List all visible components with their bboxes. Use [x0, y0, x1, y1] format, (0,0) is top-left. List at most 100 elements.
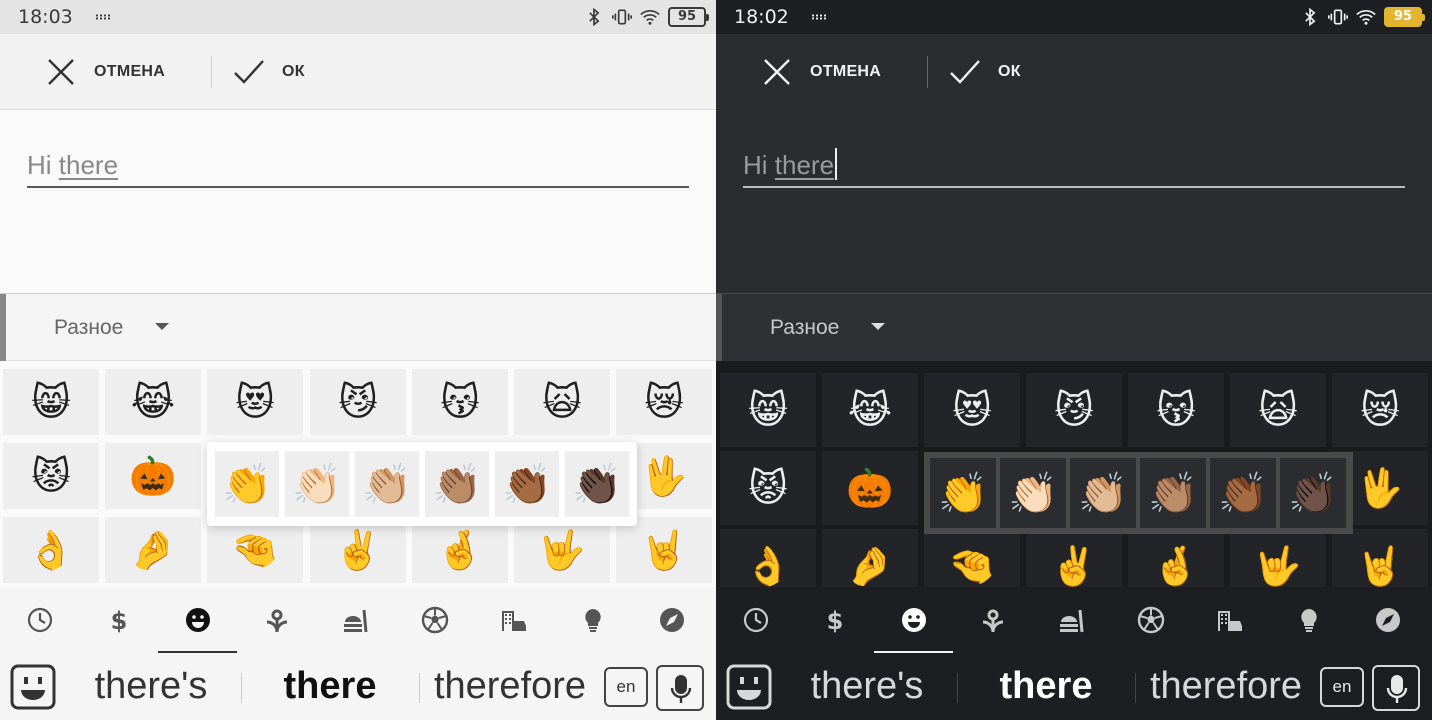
tab-activity[interactable] — [1111, 587, 1190, 653]
wifi-icon — [640, 10, 660, 25]
tab-objects[interactable] — [1269, 587, 1348, 653]
ok-button[interactable]: ОК — [232, 34, 305, 110]
suggestion-1[interactable]: there's — [778, 653, 956, 720]
emoji-key[interactable]: 🤘 — [616, 517, 712, 583]
tab-recent[interactable] — [716, 587, 795, 653]
food-icon — [1059, 609, 1083, 633]
skin-tone-option[interactable]: 👏 — [930, 458, 996, 528]
category-accent — [716, 294, 722, 362]
emoji-key[interactable]: ✌️ — [1026, 529, 1122, 587]
category-tabs: $ — [0, 587, 716, 653]
skin-tone-option[interactable]: 👏🏻 — [285, 451, 349, 517]
suggestion-1[interactable]: there's — [62, 653, 240, 720]
tab-travel[interactable] — [1348, 587, 1427, 653]
emoji-key[interactable]: 🤌 — [105, 517, 201, 583]
tab-symbols[interactable]: $ — [79, 587, 158, 653]
skin-tone-option[interactable]: 👏🏾 — [495, 451, 559, 517]
places-icon — [1217, 611, 1242, 631]
text-area: Hi there — [716, 110, 1432, 293]
category-dropdown[interactable]: Разное — [54, 294, 170, 362]
tab-objects[interactable] — [553, 587, 632, 653]
category-header: Разное — [716, 293, 1432, 362]
suggestion-2[interactable]: there — [958, 653, 1134, 720]
text-input[interactable]: Hi there — [27, 146, 689, 188]
emoji-key[interactable]: 😸 — [3, 369, 99, 435]
tab-places[interactable] — [474, 587, 553, 653]
emoji-key[interactable]: 🤘 — [1332, 529, 1428, 587]
emoji-key[interactable]: 👌 — [3, 517, 99, 583]
composing-word: there — [774, 150, 835, 180]
cancel-button[interactable]: ОТМЕНА — [760, 34, 881, 110]
text-input[interactable]: Hi there — [743, 146, 1405, 188]
emoji-keyboard-icon[interactable] — [726, 664, 772, 710]
bluetooth-icon — [1305, 7, 1316, 27]
emoji-key[interactable]: 🤟 — [514, 517, 610, 583]
emoji-key[interactable]: 🤏 — [924, 529, 1020, 587]
cancel-button[interactable]: ОТМЕНА — [44, 34, 165, 110]
tab-food[interactable] — [316, 587, 395, 653]
language-key[interactable]: en — [1320, 667, 1364, 707]
tab-smileys[interactable] — [158, 587, 237, 653]
tab-nature[interactable] — [237, 587, 316, 653]
emoji-key[interactable]: 😾 — [3, 443, 99, 509]
category-dropdown[interactable]: Разное — [770, 294, 886, 362]
emoji-key[interactable]: 🤏 — [207, 517, 303, 583]
emoji-key[interactable]: 🙀 — [1230, 373, 1326, 447]
emoji-key[interactable]: 🎃 — [822, 451, 918, 525]
emoji-keyboard-icon[interactable] — [10, 664, 56, 710]
emoji-key[interactable]: 😼 — [310, 369, 406, 435]
composing-word: there — [58, 150, 119, 180]
emoji-key[interactable]: 😻 — [924, 373, 1020, 447]
tab-smileys[interactable] — [874, 587, 953, 653]
ok-button[interactable]: ОК — [948, 34, 1021, 110]
emoji-key[interactable]: 😿 — [1332, 373, 1428, 447]
action-bar: ОТМЕНА ОК — [716, 34, 1432, 110]
emoji-key[interactable]: 🤟 — [1230, 529, 1326, 587]
tab-activity[interactable] — [395, 587, 474, 653]
emoji-key[interactable]: 🤞 — [412, 517, 508, 583]
suggestion-2[interactable]: there — [242, 653, 418, 720]
suggestion-3[interactable]: therefore — [420, 653, 600, 720]
emoji-key[interactable]: 😻 — [207, 369, 303, 435]
action-divider — [927, 56, 928, 88]
emoji-key[interactable]: 😿 — [616, 369, 712, 435]
suggestion-3[interactable]: therefore — [1136, 653, 1316, 720]
emoji-key[interactable]: 😽 — [412, 369, 508, 435]
emoji-key[interactable]: 😹 — [822, 373, 918, 447]
tab-travel[interactable] — [632, 587, 711, 653]
language-key[interactable]: en — [604, 667, 648, 707]
skin-tone-option[interactable]: 👏🏼 — [355, 451, 419, 517]
emoji-key[interactable]: 😽 — [1128, 373, 1224, 447]
skin-tone-option[interactable]: 👏🏿 — [1280, 458, 1346, 528]
emoji-key[interactable]: 🤞 — [1128, 529, 1224, 587]
skin-tone-option[interactable]: 👏🏽 — [425, 451, 489, 517]
skin-tone-popup: 👏 👏🏻 👏🏼 👏🏽 👏🏾 👏🏿 — [207, 442, 637, 526]
skin-tone-option[interactable]: 👏🏼 — [1070, 458, 1136, 528]
emoji-key[interactable]: 😸 — [720, 373, 816, 447]
skin-tone-option[interactable]: 👏🏿 — [565, 451, 629, 517]
skin-tone-option[interactable]: 👏🏽 — [1140, 458, 1206, 528]
tab-food[interactable] — [1032, 587, 1111, 653]
tab-nature[interactable] — [953, 587, 1032, 653]
check-icon — [234, 60, 264, 84]
skin-tone-option[interactable]: 👏🏾 — [1210, 458, 1276, 528]
emoji-key[interactable]: 🙀 — [514, 369, 610, 435]
voice-input-button[interactable] — [656, 665, 704, 711]
tab-recent[interactable] — [0, 587, 79, 653]
close-icon — [764, 59, 790, 85]
emoji-key[interactable]: 😾 — [720, 451, 816, 525]
emoji-key[interactable]: 🤌 — [822, 529, 918, 587]
status-icons: 95 — [1300, 6, 1425, 28]
tab-places[interactable] — [1190, 587, 1269, 653]
status-time: 18:02 — [734, 6, 789, 28]
skin-tone-option[interactable]: 👏 — [215, 451, 279, 517]
emoji-key[interactable]: 😼 — [1026, 373, 1122, 447]
voice-input-button[interactable] — [1372, 665, 1420, 711]
status-icons: 95 — [584, 6, 709, 28]
emoji-key[interactable]: 🎃 — [105, 443, 201, 509]
tab-symbols[interactable]: $ — [795, 587, 874, 653]
emoji-key[interactable]: 😹 — [105, 369, 201, 435]
emoji-key[interactable]: 👌 — [720, 529, 816, 587]
skin-tone-option[interactable]: 👏🏻 — [1000, 458, 1066, 528]
emoji-key[interactable]: ✌️ — [310, 517, 406, 583]
